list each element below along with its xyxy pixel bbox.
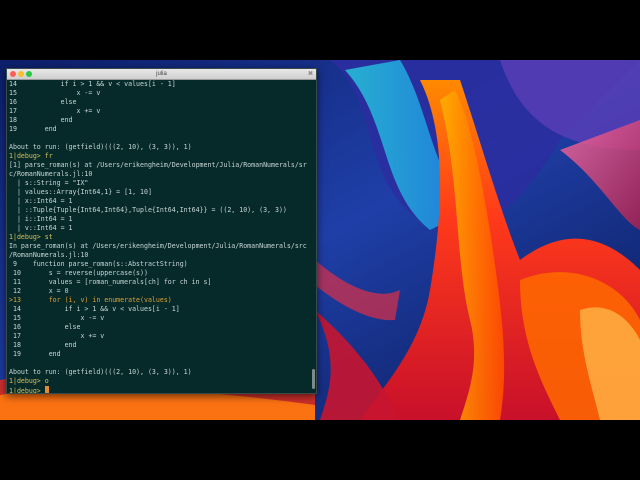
terminal-line-text: >13 for (i, v) in enumerate(values) (9, 296, 172, 304)
terminal-line: 19 end (9, 125, 310, 134)
terminal-line: | v::Int64 = 1 (9, 224, 310, 233)
terminal-line-text: | x::Int64 = 1 (9, 197, 73, 205)
terminal-line: 19 end (9, 350, 310, 359)
window-size-label: ⌘ (308, 71, 313, 77)
terminal-line: /RomanNumerals.jl:10 (9, 251, 310, 260)
terminal-line-text: About to run: (getfield)(((2, 10), (3, 3… (9, 143, 192, 151)
terminal-line-text: 14 if i > 1 && v < values[i - 1] (9, 305, 180, 313)
terminal-line: 14 if i > 1 && v < values[i - 1] (9, 305, 310, 314)
terminal-line: 10 s = reverse(uppercase(s)) (9, 269, 310, 278)
terminal-line-text: /RomanNumerals.jl:10 (9, 251, 89, 259)
window-titlebar[interactable]: julia ⌘ (7, 69, 316, 80)
terminal-line: 1|debug> st (9, 233, 310, 242)
terminal-window[interactable]: julia ⌘ 14 if i > 1 && v < values[i - 1]… (6, 68, 317, 394)
terminal-line-text: | ::Tuple{Tuple{Int64,Int64},Tuple{Int64… (9, 206, 287, 214)
terminal-line-text: 10 s = reverse(uppercase(s)) (9, 269, 148, 277)
terminal-line: [1] parse_roman(s) at /Users/erikengheim… (9, 161, 310, 170)
terminal-line-text: In parse_roman(s) at /Users/erikengheim/… (9, 242, 307, 250)
terminal-line-text: | s::String = "IX" (9, 179, 89, 187)
terminal-line: | i::Int64 = 1 (9, 215, 310, 224)
terminal-line: | x::Int64 = 1 (9, 197, 310, 206)
terminal-line: 18 end (9, 116, 310, 125)
scrollbar[interactable] (312, 369, 315, 389)
terminal-line: 18 end (9, 341, 310, 350)
terminal-line-text: 18 end (9, 116, 73, 124)
terminal-line-text: | i::Int64 = 1 (9, 215, 73, 223)
terminal-line-text: 14 if i > 1 && v < values[i - 1] (9, 80, 176, 88)
terminal-line: In parse_roman(s) at /Users/erikengheim/… (9, 242, 310, 251)
terminal-line: | ::Tuple{Tuple{Int64,Int64},Tuple{Int64… (9, 206, 310, 215)
terminal-line: 15 x -= v (9, 314, 310, 323)
terminal-line: About to run: (getfield)(((2, 10), (3, 3… (9, 143, 310, 152)
terminal-line: 16 else (9, 323, 310, 332)
terminal-line-text: 18 end (9, 341, 77, 349)
terminal-line-text: 19 end (9, 125, 57, 133)
terminal-line: About to run: (getfield)(((2, 10), (3, 3… (9, 368, 310, 377)
terminal-line-text: 1|debug> fr (9, 152, 53, 160)
terminal-output[interactable]: 14 if i > 1 && v < values[i - 1] 15 x -= … (7, 80, 310, 393)
terminal-line-text: About to run: (getfield)(((2, 10), (3, 3… (9, 368, 192, 376)
terminal-line: 15 x -= v (9, 89, 310, 98)
terminal-line: | values::Array{Int64,1} = [1, 10] (9, 188, 310, 197)
terminal-line-text: 15 x -= v (9, 89, 101, 97)
terminal-line: | s::String = "IX" (9, 179, 310, 188)
terminal-line: c/RomanNumerals.jl:10 (9, 170, 310, 179)
terminal-line-text: 19 end (9, 350, 61, 358)
terminal-line: 14 if i > 1 && v < values[i - 1] (9, 80, 310, 89)
terminal-line-text: 9 function parse_roman(s::AbstractString… (9, 260, 188, 268)
terminal-line-text: | v::Int64 = 1 (9, 224, 73, 232)
terminal-line-text: 16 else (9, 323, 81, 331)
terminal-line-text: c/RomanNumerals.jl:10 (9, 170, 93, 178)
terminal-line: >13 for (i, v) in enumerate(values) (9, 296, 310, 305)
window-title: julia (156, 71, 167, 77)
terminal-line: 1|debug> o (9, 377, 310, 386)
terminal-line-text: 11 values = [roman_numerals[ch] for ch i… (9, 278, 212, 286)
terminal-line: 9 function parse_roman(s::AbstractString… (9, 260, 310, 269)
terminal-line: 1|debug> (9, 386, 310, 393)
terminal-line-text: 1|debug> st (9, 233, 53, 241)
terminal-line: 16 else (9, 98, 310, 107)
terminal-line-text: 15 x -= v (9, 314, 105, 322)
terminal-line: 12 x = 0 (9, 287, 310, 296)
terminal-line-text: 17 x += v (9, 332, 105, 340)
terminal-line-text: 12 x = 0 (9, 287, 69, 295)
terminal-line: 11 values = [roman_numerals[ch] for ch i… (9, 278, 310, 287)
terminal-line-text: 17 x += v (9, 107, 101, 115)
terminal-line: 1|debug> fr (9, 152, 310, 161)
terminal-line-text: | values::Array{Int64,1} = [1, 10] (9, 188, 152, 196)
terminal-line-text: 1|debug> (9, 387, 45, 393)
terminal-line-text: 16 else (9, 98, 77, 106)
terminal-line-text: [1] parse_roman(s) at /Users/erikengheim… (9, 161, 307, 169)
terminal-line: 17 x += v (9, 107, 310, 116)
terminal-line: 17 x += v (9, 332, 310, 341)
terminal-line-text: 1|debug> o (9, 377, 49, 385)
terminal-cursor (44, 386, 49, 393)
